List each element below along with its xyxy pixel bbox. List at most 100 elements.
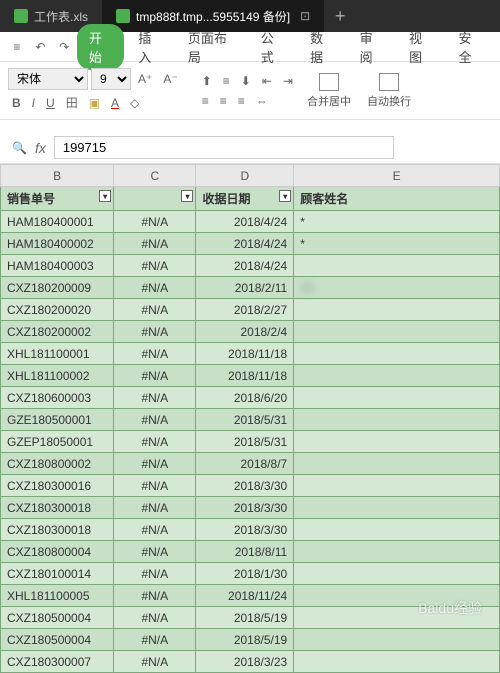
align-middle-icon[interactable]: ≡ — [219, 72, 234, 90]
cell[interactable]: CXZ180200002 — [1, 321, 114, 343]
highlight-icon[interactable]: ◇ — [126, 94, 143, 112]
cell[interactable]: 2018/4/24 — [196, 255, 294, 277]
italic-icon[interactable]: I — [28, 94, 39, 112]
menu-tab-review[interactable]: 审阅 — [348, 24, 395, 70]
cell[interactable]: HAM180400003 — [1, 255, 114, 277]
cell[interactable]: 2018/3/23 — [196, 651, 294, 673]
cell[interactable]: CXZ180100014 — [1, 563, 114, 585]
cell[interactable]: XHL181100005 — [1, 585, 114, 607]
table-row[interactable]: CXZ180200020#N/A2018/2/27 — [1, 299, 500, 321]
cell[interactable]: 2018/4/24 — [196, 211, 294, 233]
cell[interactable]: 2018/2/4 — [196, 321, 294, 343]
cell[interactable]: HAM180400001 — [1, 211, 114, 233]
table-row[interactable]: CXZ180200009#N/A2018/2/11 15 — [1, 277, 500, 299]
cell[interactable]: CXZ180800004 — [1, 541, 114, 563]
filter-icon[interactable]: ▾ — [279, 190, 291, 202]
cell[interactable] — [294, 541, 500, 563]
merge-center-button[interactable]: 合并居中 — [301, 71, 357, 111]
menu-tab-insert[interactable]: 插入 — [126, 24, 173, 70]
cell[interactable]: HAM180400002 — [1, 233, 114, 255]
table-row[interactable]: CXZ180200002#N/A2018/2/4 — [1, 321, 500, 343]
table-row[interactable]: CXZ180300018#N/A2018/3/30 — [1, 497, 500, 519]
cell[interactable]: CXZ180200020 — [1, 299, 114, 321]
increase-font-icon[interactable]: A⁺ — [134, 70, 156, 88]
table-row[interactable]: CXZ180300018#N/A2018/3/30 — [1, 519, 500, 541]
font-size-select[interactable]: 9 — [91, 68, 131, 90]
table-row[interactable]: CXZ180300016#N/A2018/3/30 — [1, 475, 500, 497]
table-row[interactable]: CXZ180600003#N/A2018/6/20 — [1, 387, 500, 409]
cell[interactable] — [294, 255, 500, 277]
cell[interactable]: * — [294, 211, 500, 233]
filter-icon[interactable]: ▾ — [99, 190, 111, 202]
cell[interactable]: #N/A — [114, 343, 196, 365]
cell[interactable]: #N/A — [114, 607, 196, 629]
cell[interactable]: CXZ180500004 — [1, 629, 114, 651]
cell[interactable]: #N/A — [114, 497, 196, 519]
align-top-icon[interactable]: ⬆ — [198, 72, 216, 90]
undo-icon[interactable]: ↶ — [30, 35, 52, 59]
column-header-e[interactable]: E — [294, 165, 500, 187]
cell[interactable]: 2018/8/7 — [196, 453, 294, 475]
cell[interactable] — [294, 563, 500, 585]
cell[interactable]: #N/A — [114, 365, 196, 387]
cell[interactable]: * — [294, 233, 500, 255]
cell[interactable] — [294, 365, 500, 387]
cell[interactable]: #N/A — [114, 563, 196, 585]
cell[interactable] — [294, 387, 500, 409]
cell[interactable]: #N/A — [114, 585, 196, 607]
cell[interactable]: #N/A — [114, 541, 196, 563]
cell[interactable]: 2018/5/19 — [196, 607, 294, 629]
column-header-c[interactable]: C — [114, 165, 196, 187]
cell[interactable]: #N/A — [114, 453, 196, 475]
table-row[interactable]: CXZ180100014#N/A2018/1/30 — [1, 563, 500, 585]
search-icon[interactable]: 🔍 — [12, 141, 27, 155]
indent-right-icon[interactable]: ⇥ — [279, 72, 297, 90]
cell[interactable]: #N/A — [114, 387, 196, 409]
cell[interactable]: GZEP18050001 — [1, 431, 114, 453]
align-center-icon[interactable]: ≡ — [216, 92, 231, 110]
font-color-icon[interactable]: A — [107, 94, 123, 112]
cell[interactable] — [294, 651, 500, 673]
cell[interactable]: CXZ180600003 — [1, 387, 114, 409]
table-row[interactable]: CXZ180300007#N/A2018/3/23 — [1, 651, 500, 673]
filter-header-d[interactable]: 收据日期▾ — [196, 187, 294, 211]
cell[interactable] — [294, 299, 500, 321]
cell[interactable] — [294, 409, 500, 431]
formula-input[interactable] — [54, 136, 394, 159]
cell[interactable]: 2018/1/30 — [196, 563, 294, 585]
cell[interactable] — [294, 343, 500, 365]
cell[interactable]: 2018/4/24 — [196, 233, 294, 255]
border-icon[interactable]: 田 — [62, 92, 82, 113]
cell[interactable]: CXZ180300018 — [1, 519, 114, 541]
align-left-icon[interactable]: ≡ — [198, 92, 213, 110]
table-row[interactable]: HAM180400001#N/A2018/4/24* — [1, 211, 500, 233]
menu-tab-security[interactable]: 安全 — [447, 24, 494, 70]
cell[interactable] — [294, 475, 500, 497]
cell[interactable]: #N/A — [114, 233, 196, 255]
cell[interactable]: #N/A — [114, 255, 196, 277]
fx-icon[interactable]: fx — [35, 140, 46, 156]
cell[interactable]: CXZ180300016 — [1, 475, 114, 497]
table-row[interactable]: XHL181100002#N/A2018/11/18 — [1, 365, 500, 387]
cell[interactable]: CXZ180500004 — [1, 607, 114, 629]
font-select[interactable]: 宋体 — [8, 68, 88, 90]
cell[interactable]: 2018/5/31 — [196, 431, 294, 453]
redo-icon[interactable]: ↷ — [53, 35, 75, 59]
table-row[interactable]: GZEP18050001#N/A2018/5/31 — [1, 431, 500, 453]
fill-color-icon[interactable]: ▣ — [85, 94, 104, 112]
cell[interactable]: CXZ180300007 — [1, 651, 114, 673]
cell[interactable]: #N/A — [114, 299, 196, 321]
menu-icon[interactable]: ≡ — [6, 35, 28, 59]
cell[interactable]: 2018/2/27 — [196, 299, 294, 321]
cell[interactable]: #N/A — [114, 475, 196, 497]
cell[interactable]: 2018/2/11 — [196, 277, 294, 299]
filter-header-b[interactable]: 销售单号▾ — [1, 187, 114, 211]
cell[interactable]: #N/A — [114, 321, 196, 343]
menu-tab-formula[interactable]: 公式 — [249, 24, 296, 70]
table-row[interactable]: XHL181100001#N/A2018/11/18 — [1, 343, 500, 365]
cell[interactable]: CXZ180200009 — [1, 277, 114, 299]
menu-tab-layout[interactable]: 页面布局 — [176, 24, 247, 70]
column-header-d[interactable]: D — [196, 165, 294, 187]
table-row[interactable]: CXZ180800002#N/A2018/8/7 — [1, 453, 500, 475]
cell[interactable] — [294, 453, 500, 475]
